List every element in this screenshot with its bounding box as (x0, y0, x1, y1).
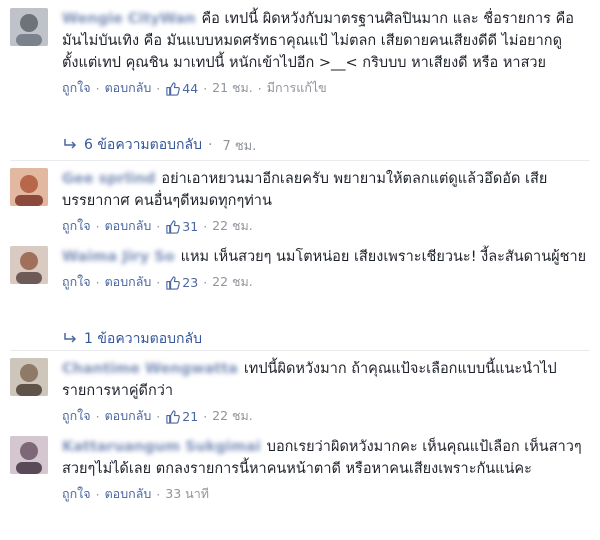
comment-list: Wengie CityWan คือ เทปนี้ ผิดหวังกับมาตรฐ… (0, 0, 600, 540)
like-count-value: 44 (182, 80, 199, 96)
like-count[interactable]: 23 (165, 275, 198, 290)
like-link[interactable]: ถูกใจ (62, 484, 91, 504)
comment-actions: ถูกใจ · ตอบกลับ · 44 · 21 ชม. · มีการแก้… (62, 79, 592, 97)
like-count-value: 23 (182, 274, 199, 290)
avatar[interactable] (10, 168, 48, 206)
comment-time[interactable]: 22 ชม. (212, 406, 253, 426)
like-count-value: 31 (182, 218, 199, 234)
like-link[interactable]: ถูกใจ (62, 216, 91, 236)
comment-author[interactable]: Kattaruangum Sukgimai (62, 439, 261, 455)
replies-count: 6 ข้อความตอบกลับ (84, 137, 202, 153)
avatar[interactable] (10, 246, 48, 284)
comment-text-block: Kattaruangum Sukgimai บอกเรยว่าผิดหวังมาก… (62, 436, 592, 480)
replies-count: 1 ข้อความตอบกลับ (84, 331, 202, 347)
thumbs-up-icon (166, 219, 181, 234)
thumbs-up-icon (166, 81, 181, 96)
comment-text: แหม เห็นสวยๆ นมโตหน่อย เสียงเพราะเชียวนะ… (180, 249, 587, 265)
view-replies-link[interactable]: 1 ข้อความตอบกลับ (62, 328, 202, 350)
comment-author[interactable]: Chantime Wengwatta (62, 361, 238, 377)
avatar[interactable] (10, 358, 48, 396)
like-count[interactable]: 31 (165, 219, 198, 234)
avatar[interactable] (10, 436, 48, 474)
avatar-image (10, 246, 48, 284)
avatar-image (10, 168, 48, 206)
comment-actions: ถูกใจ · ตอบกลับ · 21 · 22 ชม. (62, 407, 592, 425)
thumbs-up-icon (166, 275, 181, 290)
avatar[interactable] (10, 8, 48, 46)
thumbs-up-icon (166, 409, 181, 424)
reply-link[interactable]: ตอบกลับ (105, 484, 152, 504)
like-link[interactable]: ถูกใจ (62, 406, 91, 426)
comment-actions: ถูกใจ · ตอบกลับ · 33 นาที (62, 485, 592, 503)
replies-time: 7 ชม. (222, 138, 257, 154)
reply-arrow-icon (64, 139, 77, 149)
comment-author[interactable]: Gee sprlind (62, 171, 155, 187)
edited-label[interactable]: มีการแก้ไข (267, 78, 327, 98)
divider (10, 160, 590, 161)
avatar-image (10, 436, 48, 474)
like-count[interactable]: 21 (165, 409, 198, 424)
comment-actions: ถูกใจ · ตอบกลับ · 31 · 22 ชม. (62, 217, 592, 235)
comment-text-block: Chantime Wengwatta เทปนี้ผิดหวังมาก ถ้าคุ… (62, 358, 592, 402)
comment-author[interactable]: Waima Jiry So (62, 249, 175, 265)
like-link[interactable]: ถูกใจ (62, 78, 91, 98)
like-link[interactable]: ถูกใจ (62, 272, 91, 292)
comment-time[interactable]: 33 นาที (165, 484, 209, 504)
like-count-value: 21 (182, 408, 199, 424)
divider (10, 350, 590, 351)
like-count[interactable]: 44 (165, 81, 198, 96)
reply-link[interactable]: ตอบกลับ (105, 216, 152, 236)
comment-actions: ถูกใจ · ตอบกลับ · 23 · 22 ชม. (62, 273, 592, 291)
comment-time[interactable]: 22 ชม. (212, 216, 253, 236)
reply-link[interactable]: ตอบกลับ (105, 78, 152, 98)
view-replies-link[interactable]: 6 ข้อความตอบกลับ · 7 ชม. (62, 134, 256, 156)
avatar-image (10, 8, 48, 46)
comment-text-block: Waima Jiry So แหม เห็นสวยๆ นมโตหน่อย เสีย… (62, 246, 592, 268)
comment-time[interactable]: 22 ชม. (212, 272, 253, 292)
comment-text-block: Wengie CityWan คือ เทปนี้ ผิดหวังกับมาตรฐ… (62, 8, 592, 74)
reply-arrow-icon (64, 333, 77, 343)
reply-link[interactable]: ตอบกลับ (105, 272, 152, 292)
reply-link[interactable]: ตอบกลับ (105, 406, 152, 426)
comment-time[interactable]: 21 ชม. (212, 78, 253, 98)
comment-text-block: Gee sprlind อย่าเอาหยวนมาอีกเลยครับ พยายา… (62, 168, 592, 212)
avatar-image (10, 358, 48, 396)
comment-author[interactable]: Wengie CityWan (62, 11, 195, 27)
